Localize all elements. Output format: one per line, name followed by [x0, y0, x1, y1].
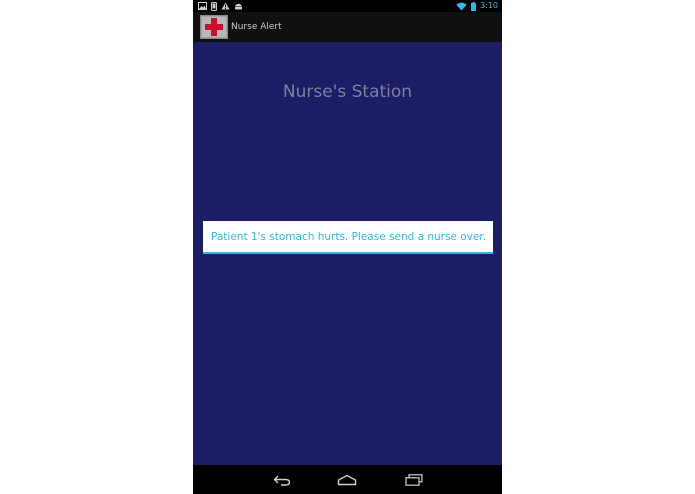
page-title: Nurse's Station — [282, 82, 413, 102]
phone-screen: 3:10 Nurse Alert Nurse's Station Patient… — [193, 0, 502, 494]
gallery-icon — [198, 2, 207, 10]
action-bar: Nurse Alert — [193, 12, 502, 42]
status-bar: 3:10 — [193, 0, 502, 12]
home-button[interactable] — [337, 472, 357, 488]
alert-card[interactable]: Patient 1's stomach hurts. Please send a… — [203, 221, 493, 254]
navigation-bar — [193, 465, 502, 494]
back-button[interactable] — [272, 472, 292, 488]
status-clock: 3:10 — [480, 1, 498, 10]
phone-icon — [211, 1, 217, 11]
system-icons: 3:10 — [456, 0, 498, 12]
recent-apps-icon — [405, 474, 423, 486]
app-title: Nurse Alert — [231, 22, 282, 32]
back-icon — [273, 475, 291, 486]
recent-apps-button[interactable] — [404, 472, 424, 488]
android-icon — [235, 3, 242, 10]
wifi-icon — [456, 2, 467, 11]
home-icon — [337, 474, 357, 486]
red-cross-icon[interactable] — [200, 15, 228, 39]
warning-icon — [221, 2, 230, 10]
alert-message: Patient 1's stomach hurts. Please send a… — [211, 231, 487, 243]
notification-icons — [198, 1, 243, 11]
battery-icon — [471, 1, 477, 11]
